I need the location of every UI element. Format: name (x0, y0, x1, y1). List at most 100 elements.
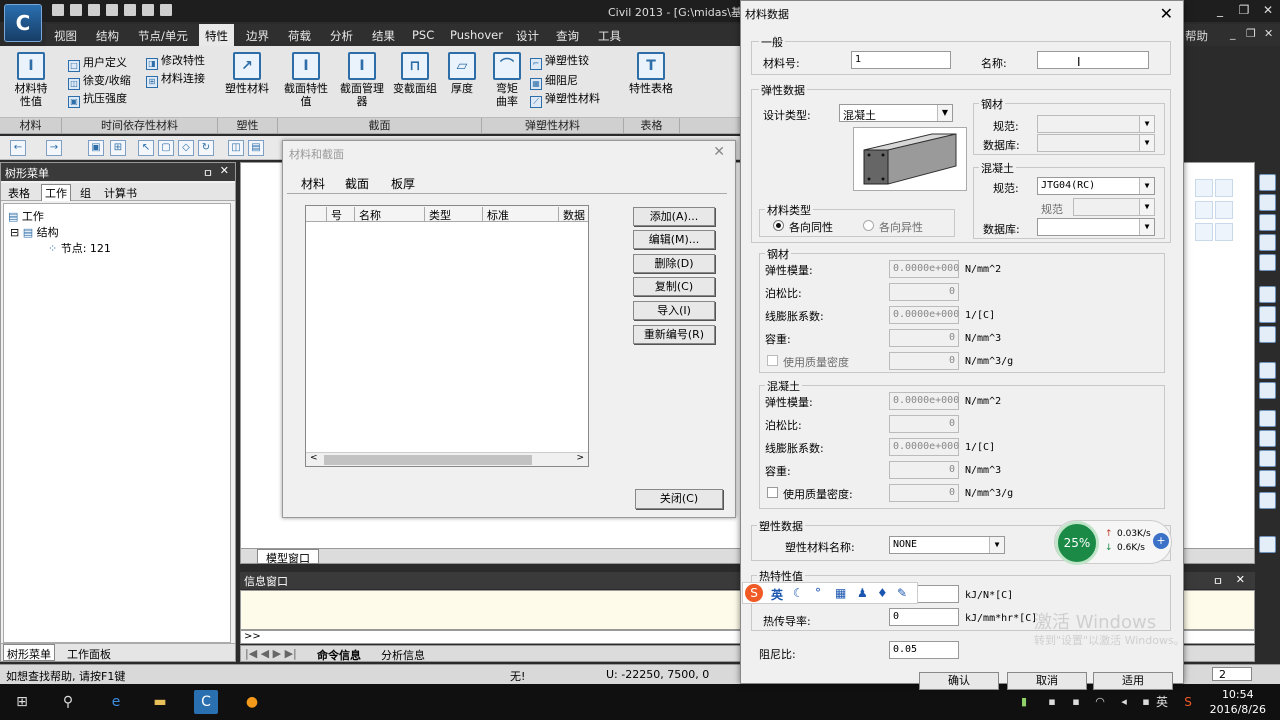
open-file-icon[interactable] (70, 4, 82, 16)
tab-work[interactable]: 工作 (41, 184, 71, 201)
menu-tools[interactable]: 工具 (598, 28, 621, 44)
tab-analysis-info[interactable]: 分析信息 (381, 647, 425, 663)
concrete-prop-value[interactable]: 0 (889, 484, 959, 502)
tab-command-info[interactable]: 命令信息 (317, 647, 361, 663)
concrete-spec-select[interactable]: JTG04(RC) ▼ (1037, 177, 1155, 195)
menu-help[interactable]: 帮助 (1185, 28, 1208, 44)
info-nav-icons[interactable]: |◀ ◀ ▶ ▶| (245, 647, 297, 660)
menu-node-element[interactable]: 节点/单元 (138, 28, 188, 44)
wrench-icon[interactable]: ✎ (897, 586, 907, 600)
close-dialog-button[interactable]: 关闭(C) (635, 489, 723, 509)
menu-design[interactable]: 设计 (516, 28, 539, 44)
concrete-prop-value[interactable]: 0.0000e+000 (889, 392, 959, 410)
cancel-button[interactable]: 取消 (1007, 672, 1087, 690)
info-close-icon[interactable]: ✕ (1236, 573, 1245, 586)
menu-analysis[interactable]: 分析 (330, 28, 353, 44)
skin-icon[interactable]: ♦ (877, 586, 888, 600)
creep-shrink-button[interactable]: ◫ 徐变/收缩 (68, 74, 131, 90)
col-type[interactable]: 类型 (424, 207, 482, 222)
steel-prop-value[interactable]: 0.0000e+000 (889, 306, 959, 324)
sogou-tray-icon[interactable]: S (1176, 690, 1200, 714)
ok-button[interactable]: 确认 (919, 672, 999, 690)
copy-button[interactable]: 复制(C) (633, 277, 715, 296)
civil-app-icon[interactable]: C (194, 690, 218, 714)
tab-section[interactable]: 截面 (345, 175, 369, 192)
import-button[interactable]: 导入(I) (633, 301, 715, 320)
ime-lang[interactable]: 英 (771, 586, 783, 603)
concrete-db-select[interactable]: ▼ (1037, 218, 1155, 236)
tree-item-structure[interactable]: ⊟ ▤ 结构 (10, 224, 59, 240)
materials-table[interactable]: 号 名称 类型 标准 数据 < > (305, 205, 589, 467)
file-explorer-icon[interactable]: ▬ (148, 690, 172, 714)
menu-properties[interactable]: 特性 (199, 24, 234, 46)
polygon-select-icon[interactable]: ◇ (178, 140, 194, 156)
anisotropic-radio[interactable] (863, 220, 874, 231)
zoom-all-icon[interactable] (1259, 254, 1276, 271)
elastoplastic-hinge-button[interactable]: ⌐ 弹塑性铰 (530, 54, 589, 70)
section-manager-button[interactable]: I 截面管理器 (336, 52, 388, 108)
menu-results[interactable]: 结果 (372, 28, 395, 44)
steel-prop-value[interactable]: 0 (889, 352, 959, 370)
rotate-view-icon[interactable] (1259, 326, 1276, 343)
window-select-icon[interactable]: ▢ (158, 140, 174, 156)
punctuation-icon[interactable]: ° (815, 586, 821, 600)
undo-icon[interactable] (142, 4, 154, 16)
tree-item-nodes[interactable]: ⁘ 节点: 121 (48, 240, 111, 256)
windows-start-icon[interactable]: ⊞ (10, 690, 34, 714)
redo-icon[interactable] (160, 4, 172, 16)
compressive-strength-button[interactable]: ▣ 抗压强度 (68, 92, 127, 108)
hand-icon[interactable] (1259, 306, 1276, 323)
view-icon-2[interactable] (1259, 382, 1276, 399)
materials-dialog-close-button[interactable]: ✕ (713, 144, 725, 160)
material-link-button[interactable]: ⊞ 材料连接 (146, 72, 205, 88)
view-icon-8[interactable] (1259, 536, 1276, 553)
moon-icon[interactable]: ☾ (793, 586, 804, 600)
concrete-prop-value[interactable]: 0 (889, 415, 959, 433)
rotate-icon[interactable]: ↻ (198, 140, 214, 156)
concrete-mass-density-checkbox[interactable] (767, 487, 778, 498)
save-as-icon[interactable] (106, 4, 118, 16)
tab-report[interactable]: 计算书 (101, 185, 140, 201)
renumber-button[interactable]: 重新编号(R) (633, 325, 715, 344)
tool-icon-4[interactable]: ▤ (248, 140, 264, 156)
tree-close-icon[interactable]: ✕ (220, 164, 229, 177)
edge-browser-icon[interactable]: e (104, 690, 128, 714)
plus-icon[interactable]: + (1153, 533, 1169, 549)
ime-toolbar[interactable]: S 英 ☾ ° ▦ ♟ ♦ ✎ (742, 582, 918, 604)
scroll-left-icon[interactable]: < (310, 453, 318, 463)
menu-pushover[interactable]: Pushover (450, 28, 503, 42)
collapse-icon[interactable]: ⊟ (10, 226, 19, 239)
col-number[interactable]: 号 (326, 207, 354, 222)
concrete-prop-value[interactable]: 0.0000e+000 (889, 438, 959, 456)
search-icon[interactable]: ⚲ (56, 690, 80, 714)
forward-icon[interactable]: → (46, 140, 62, 156)
tool-icon-1[interactable]: ▣ (88, 140, 104, 156)
wifi-icon[interactable]: ◠ (1088, 690, 1112, 714)
sogou-logo[interactable]: S (745, 584, 763, 602)
user-defined-button[interactable]: □ 用户定义 (68, 56, 127, 72)
model-window-tab[interactable]: 模型窗口 (257, 549, 319, 565)
user-icon[interactable]: ♟ (857, 586, 868, 600)
view-cube[interactable] (1195, 179, 1251, 243)
col-name[interactable]: 名称 (354, 207, 424, 222)
zoom-out-icon[interactable] (1259, 234, 1276, 251)
print-icon[interactable] (124, 4, 136, 16)
tab-group[interactable]: 组 (77, 185, 94, 201)
view-icon-5[interactable] (1259, 450, 1276, 467)
doc-restore-button[interactable]: ❐ (1246, 27, 1256, 40)
page-selector[interactable]: 2 (1212, 667, 1252, 681)
tab-plate-thickness[interactable]: 板厚 (391, 175, 415, 192)
battery-icon[interactable]: ▮ (1012, 690, 1036, 714)
menu-boundary[interactable]: 边界 (246, 28, 269, 44)
modify-props-button[interactable]: ◨ 修改特性 (146, 54, 205, 70)
menu-query[interactable]: 查询 (556, 28, 579, 44)
add-button[interactable]: 添加(A)... (633, 207, 715, 226)
fiber-damping-button[interactable]: ▦ 细阻尼 (530, 74, 578, 90)
back-icon[interactable]: ← (10, 140, 26, 156)
concrete-prop-value[interactable]: 0 (889, 461, 959, 479)
plastic-material-select[interactable]: NONE ▼ (889, 536, 1005, 554)
tray-icon-2[interactable]: ▪ (1064, 690, 1088, 714)
select-icon[interactable]: ↖ (138, 140, 154, 156)
concrete-code-select[interactable]: ▼ (1073, 198, 1155, 216)
horizontal-scrollbar[interactable]: < > (306, 452, 588, 466)
